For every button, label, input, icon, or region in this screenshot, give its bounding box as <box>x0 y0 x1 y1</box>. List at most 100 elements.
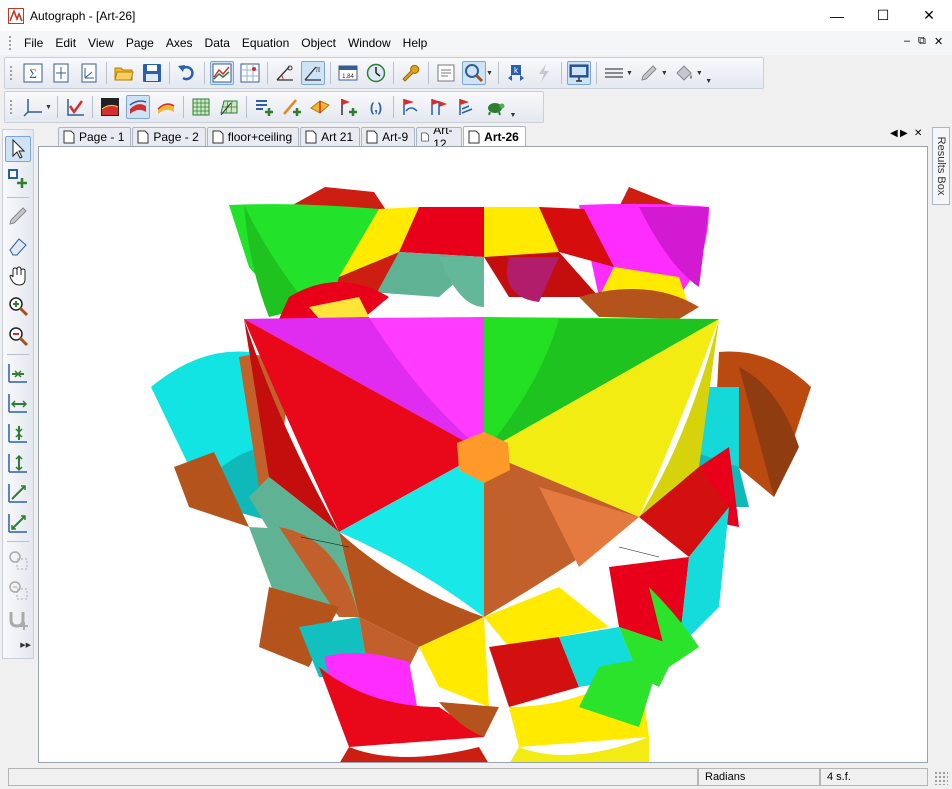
results-box-tab[interactable]: Results Box <box>932 127 950 205</box>
toolbar-overflow-chevron[interactable]: ▼ <box>509 92 517 122</box>
new-3d-page-button[interactable] <box>77 61 101 85</box>
tab-page-1[interactable]: Page - 1 <box>58 127 132 146</box>
menu-object[interactable]: Object <box>295 36 342 50</box>
vector-flag-button[interactable] <box>399 95 423 119</box>
select-tool-button[interactable] <box>5 136 31 162</box>
tab-art-26[interactable]: Art-26 <box>463 126 526 146</box>
resize-grip[interactable] <box>934 771 948 785</box>
wireframe-surface-button[interactable] <box>154 95 178 119</box>
add-line-button[interactable] <box>280 95 304 119</box>
vector-flag-double-button[interactable] <box>427 95 451 119</box>
toolbar-separator <box>182 96 184 118</box>
text-box-button[interactable] <box>434 61 458 85</box>
calculator-button[interactable]: Σ <box>21 61 45 85</box>
graph-settings-button[interactable] <box>210 61 234 85</box>
surface-button[interactable] <box>98 95 122 119</box>
drag-tool-button[interactable] <box>5 263 31 289</box>
animate-button[interactable] <box>532 61 556 85</box>
mdi-close-button[interactable]: ✕ <box>934 35 943 48</box>
menu-page[interactable]: Page <box>120 36 160 50</box>
menu-equation[interactable]: Equation <box>236 36 295 50</box>
tab-scroll-right-button[interactable]: ▶ <box>900 128 908 139</box>
stretch-y-out-button[interactable] <box>5 450 31 476</box>
mdi-minimize-button[interactable]: – <box>904 35 910 47</box>
toolbar-separator <box>91 96 93 118</box>
minimize-button[interactable]: — <box>814 0 860 31</box>
turtle-button[interactable] <box>483 95 507 119</box>
angle-degrees-button[interactable] <box>273 61 297 85</box>
menu-data[interactable]: Data <box>199 36 236 50</box>
tab-art-9[interactable]: Art-9 <box>361 127 416 146</box>
whiteboard-mode-button[interactable] <box>566 61 591 85</box>
perspective-grid-button[interactable] <box>217 95 241 119</box>
axes-dropdown-arrow[interactable]: ▼ <box>45 104 52 111</box>
options-button[interactable] <box>399 61 423 85</box>
axes-button[interactable] <box>21 95 45 119</box>
zoom-out-tool-button[interactable] <box>5 323 31 349</box>
constant-controller-button[interactable]: k <box>504 61 528 85</box>
stretch-xy-out-button[interactable] <box>5 510 31 536</box>
toolbar-overflow-chevron[interactable]: ▼ <box>705 58 713 88</box>
tab-art-21[interactable]: Art 21 <box>300 127 361 146</box>
new-2d-page-button[interactable] <box>49 61 73 85</box>
save-button[interactable] <box>140 61 164 85</box>
tab-art-12[interactable]: Art-12 <box>416 127 463 146</box>
eraser-tool-button[interactable] <box>5 233 31 259</box>
line-style-dropdown-arrow[interactable]: ▼ <box>626 70 633 77</box>
data-table-button[interactable]: 1.84 <box>336 61 360 85</box>
undo-button[interactable] <box>175 61 199 85</box>
surface-art-render <box>151 187 811 762</box>
stretch-xy-in-button[interactable] <box>5 480 31 506</box>
shaded-surface-button[interactable] <box>125 95 150 119</box>
stretch-x-out-button[interactable] <box>5 390 31 416</box>
menu-axes[interactable]: Axes <box>160 36 199 50</box>
vector-flag-triple-button[interactable] <box>455 95 479 119</box>
coordinate-button[interactable]: (,) <box>364 95 388 119</box>
point-plus-icon <box>8 169 27 188</box>
fill-color-button[interactable] <box>672 61 696 85</box>
menu-file[interactable]: File <box>18 36 49 50</box>
maximize-button[interactable]: ☐ <box>860 0 906 31</box>
toolbar-grip[interactable] <box>9 65 13 81</box>
add-point-tool-button[interactable] <box>5 166 31 192</box>
zoom-in-tool-button[interactable] <box>5 293 31 319</box>
grid-button[interactable] <box>189 95 213 119</box>
toolbar-grip[interactable] <box>9 99 13 115</box>
stretch-y-in-button[interactable] <box>5 420 31 446</box>
zoom-box-out-button[interactable] <box>5 577 31 603</box>
tab-close-button[interactable]: ✕ <box>914 128 922 139</box>
zoom-box-in-button[interactable] <box>5 547 31 573</box>
add-plane-button[interactable] <box>308 95 332 119</box>
line-color-button[interactable] <box>637 61 661 85</box>
mdi-restore-button[interactable]: ⧉ <box>918 35 926 48</box>
close-button[interactable]: ✕ <box>906 0 952 31</box>
plot-button[interactable] <box>63 95 87 119</box>
menu-view[interactable]: View <box>82 36 120 50</box>
zoom-button[interactable] <box>462 61 486 85</box>
tab-scroll-left-button[interactable]: ◀ <box>890 128 898 139</box>
add-flag-point-button[interactable] <box>336 95 360 119</box>
table-view-button[interactable] <box>238 61 262 85</box>
open-button[interactable] <box>112 61 136 85</box>
slow-plot-button[interactable] <box>364 61 388 85</box>
sidebar-overflow-chevron[interactable]: ▶▶ <box>20 641 31 649</box>
tab-floor-ceiling[interactable]: floor+ceiling <box>206 127 300 146</box>
angle-radians-button[interactable]: π <box>301 61 325 85</box>
svg-text:(,): (,) <box>370 100 382 115</box>
fill-color-dropdown-arrow[interactable]: ▼ <box>696 70 703 77</box>
menu-edit[interactable]: Edit <box>49 36 82 50</box>
magnet-tool-button[interactable] <box>5 607 31 633</box>
menubar-grip[interactable] <box>8 35 12 51</box>
data-table-icon: 1.84 <box>338 65 358 81</box>
tab-page-2[interactable]: Page - 2 <box>132 127 206 146</box>
stretch-x-in-button[interactable] <box>5 360 31 386</box>
toolbar-separator <box>428 62 429 84</box>
menu-help[interactable]: Help <box>397 36 434 50</box>
line-style-button[interactable] <box>602 61 626 85</box>
line-color-dropdown-arrow[interactable]: ▼ <box>661 70 668 77</box>
zoom-dropdown-arrow[interactable]: ▼ <box>486 70 493 77</box>
graph-canvas[interactable] <box>38 146 928 763</box>
pencil-tool-button[interactable] <box>5 203 31 229</box>
add-equation-button[interactable] <box>252 95 276 119</box>
menu-window[interactable]: Window <box>342 36 397 50</box>
